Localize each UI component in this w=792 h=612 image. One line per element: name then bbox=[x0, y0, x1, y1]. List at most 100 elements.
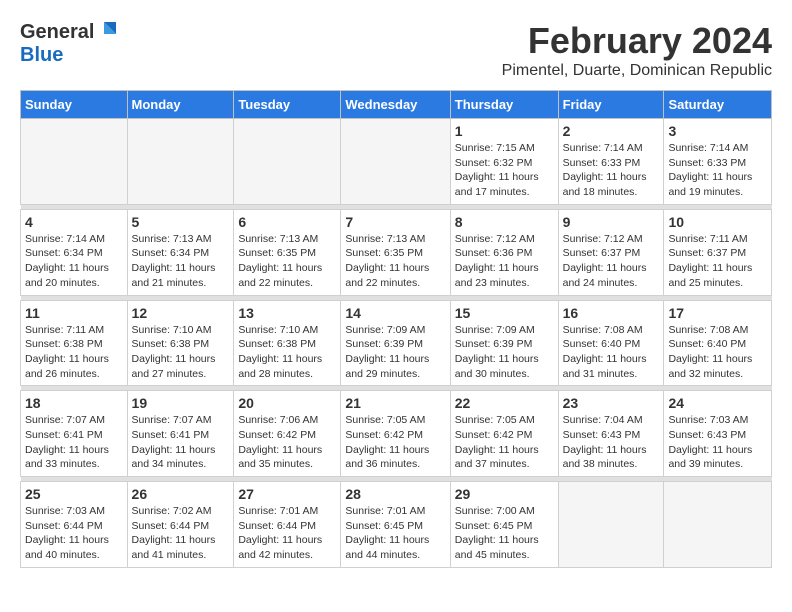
day-number: 14 bbox=[345, 305, 445, 321]
weekday-monday: Monday bbox=[127, 91, 234, 119]
calendar-cell: 10 Sunrise: 7:11 AMSunset: 6:37 PMDayligh… bbox=[664, 209, 772, 295]
day-info: Sunrise: 7:12 AMSunset: 6:36 PMDaylight:… bbox=[455, 232, 554, 291]
calendar-cell: 29 Sunrise: 7:00 AMSunset: 6:45 PMDayligh… bbox=[450, 482, 558, 568]
logo-blue-text: Blue bbox=[20, 44, 63, 67]
calendar-cell: 6 Sunrise: 7:13 AMSunset: 6:35 PMDaylight… bbox=[234, 209, 341, 295]
day-info: Sunrise: 7:03 AMSunset: 6:44 PMDaylight:… bbox=[25, 504, 123, 563]
calendar-cell: 13 Sunrise: 7:10 AMSunset: 6:38 PMDayligh… bbox=[234, 300, 341, 386]
calendar-cell: 14Sunrise: 7:09 AMSunset: 6:39 PMDayligh… bbox=[341, 300, 450, 386]
day-number: 28 bbox=[345, 486, 445, 502]
month-year: February 2024 bbox=[502, 20, 772, 62]
calendar-week-2: 4 Sunrise: 7:14 AMSunset: 6:34 PMDaylight… bbox=[21, 209, 772, 295]
calendar-cell bbox=[127, 119, 234, 205]
weekday-saturday: Saturday bbox=[664, 91, 772, 119]
calendar-cell: 20 Sunrise: 7:06 AMSunset: 6:42 PMDayligh… bbox=[234, 391, 341, 477]
day-number: 21 bbox=[345, 395, 445, 411]
day-number: 13 bbox=[238, 305, 336, 321]
day-number: 20 bbox=[238, 395, 336, 411]
day-info: Sunrise: 7:11 AMSunset: 6:38 PMDaylight:… bbox=[25, 323, 123, 382]
day-info: Sunrise: 7:13 AMSunset: 6:34 PMDaylight:… bbox=[132, 232, 230, 291]
day-number: 27 bbox=[238, 486, 336, 502]
day-number: 25 bbox=[25, 486, 123, 502]
day-number: 15 bbox=[455, 305, 554, 321]
calendar-cell: 12Sunrise: 7:10 AMSunset: 6:38 PMDayligh… bbox=[127, 300, 234, 386]
day-info: Sunrise: 7:10 AMSunset: 6:38 PMDaylight:… bbox=[238, 323, 336, 382]
day-info: Sunrise: 7:14 AMSunset: 6:33 PMDaylight:… bbox=[668, 141, 767, 200]
calendar-cell: 25 Sunrise: 7:03 AMSunset: 6:44 PMDayligh… bbox=[21, 482, 128, 568]
calendar-cell: 16 Sunrise: 7:08 AMSunset: 6:40 PMDayligh… bbox=[558, 300, 664, 386]
day-info: Sunrise: 7:01 AMSunset: 6:45 PMDaylight:… bbox=[345, 504, 445, 563]
day-info: Sunrise: 7:08 AMSunset: 6:40 PMDaylight:… bbox=[668, 323, 767, 382]
day-info: Sunrise: 7:04 AMSunset: 6:43 PMDaylight:… bbox=[563, 413, 660, 472]
day-info: Sunrise: 7:01 AMSunset: 6:44 PMDaylight:… bbox=[238, 504, 336, 563]
calendar-cell: 1Sunrise: 7:15 AMSunset: 6:32 PMDaylight… bbox=[450, 119, 558, 205]
day-info: Sunrise: 7:13 AMSunset: 6:35 PMDaylight:… bbox=[345, 232, 445, 291]
logo: General Blue bbox=[20, 20, 118, 67]
day-info: Sunrise: 7:15 AMSunset: 6:32 PMDaylight:… bbox=[455, 141, 554, 200]
calendar-cell: 28 Sunrise: 7:01 AMSunset: 6:45 PMDayligh… bbox=[341, 482, 450, 568]
calendar-week-1: 1Sunrise: 7:15 AMSunset: 6:32 PMDaylight… bbox=[21, 119, 772, 205]
header: General Blue February 2024 Pimentel, Dua… bbox=[20, 20, 772, 80]
day-number: 3 bbox=[668, 123, 767, 139]
calendar-cell: 7 Sunrise: 7:13 AMSunset: 6:35 PMDaylight… bbox=[341, 209, 450, 295]
day-number: 5 bbox=[132, 214, 230, 230]
day-number: 6 bbox=[238, 214, 336, 230]
day-number: 8 bbox=[455, 214, 554, 230]
calendar-cell: 24Sunrise: 7:03 AMSunset: 6:43 PMDayligh… bbox=[664, 391, 772, 477]
logo-general-text: General bbox=[20, 21, 94, 44]
calendar-cell: 2Sunrise: 7:14 AMSunset: 6:33 PMDaylight… bbox=[558, 119, 664, 205]
day-number: 4 bbox=[25, 214, 123, 230]
weekday-friday: Friday bbox=[558, 91, 664, 119]
day-info: Sunrise: 7:05 AMSunset: 6:42 PMDaylight:… bbox=[345, 413, 445, 472]
calendar-body: 1Sunrise: 7:15 AMSunset: 6:32 PMDaylight… bbox=[21, 119, 772, 568]
logo-icon bbox=[96, 20, 118, 42]
day-number: 7 bbox=[345, 214, 445, 230]
day-info: Sunrise: 7:11 AMSunset: 6:37 PMDaylight:… bbox=[668, 232, 767, 291]
weekday-thursday: Thursday bbox=[450, 91, 558, 119]
day-number: 19 bbox=[132, 395, 230, 411]
calendar-cell: 22Sunrise: 7:05 AMSunset: 6:42 PMDayligh… bbox=[450, 391, 558, 477]
day-number: 16 bbox=[563, 305, 660, 321]
day-info: Sunrise: 7:05 AMSunset: 6:42 PMDaylight:… bbox=[455, 413, 554, 472]
calendar-cell: 3 Sunrise: 7:14 AMSunset: 6:33 PMDaylight… bbox=[664, 119, 772, 205]
day-number: 23 bbox=[563, 395, 660, 411]
calendar-cell: 19 Sunrise: 7:07 AMSunset: 6:41 PMDayligh… bbox=[127, 391, 234, 477]
day-info: Sunrise: 7:08 AMSunset: 6:40 PMDaylight:… bbox=[563, 323, 660, 382]
day-number: 12 bbox=[132, 305, 230, 321]
calendar-cell: 5 Sunrise: 7:13 AMSunset: 6:34 PMDaylight… bbox=[127, 209, 234, 295]
day-number: 26 bbox=[132, 486, 230, 502]
weekday-sunday: Sunday bbox=[21, 91, 128, 119]
calendar-cell: 23 Sunrise: 7:04 AMSunset: 6:43 PMDayligh… bbox=[558, 391, 664, 477]
weekday-wednesday: Wednesday bbox=[341, 91, 450, 119]
day-info: Sunrise: 7:09 AMSunset: 6:39 PMDaylight:… bbox=[455, 323, 554, 382]
day-info: Sunrise: 7:13 AMSunset: 6:35 PMDaylight:… bbox=[238, 232, 336, 291]
day-info: Sunrise: 7:03 AMSunset: 6:43 PMDaylight:… bbox=[668, 413, 767, 472]
day-number: 9 bbox=[563, 214, 660, 230]
calendar-cell: 21 Sunrise: 7:05 AMSunset: 6:42 PMDayligh… bbox=[341, 391, 450, 477]
title-area: February 2024 Pimentel, Duarte, Dominica… bbox=[502, 20, 772, 80]
calendar-cell: 27 Sunrise: 7:01 AMSunset: 6:44 PMDayligh… bbox=[234, 482, 341, 568]
day-number: 10 bbox=[668, 214, 767, 230]
day-info: Sunrise: 7:07 AMSunset: 6:41 PMDaylight:… bbox=[132, 413, 230, 472]
weekday-tuesday: Tuesday bbox=[234, 91, 341, 119]
day-info: Sunrise: 7:14 AMSunset: 6:34 PMDaylight:… bbox=[25, 232, 123, 291]
calendar-cell: 11 Sunrise: 7:11 AMSunset: 6:38 PMDayligh… bbox=[21, 300, 128, 386]
calendar-cell: 26Sunrise: 7:02 AMSunset: 6:44 PMDayligh… bbox=[127, 482, 234, 568]
calendar-cell bbox=[341, 119, 450, 205]
calendar-cell: 17 Sunrise: 7:08 AMSunset: 6:40 PMDayligh… bbox=[664, 300, 772, 386]
day-number: 29 bbox=[455, 486, 554, 502]
calendar: SundayMondayTuesdayWednesdayThursdayFrid… bbox=[20, 90, 772, 568]
calendar-cell: 8 Sunrise: 7:12 AMSunset: 6:36 PMDaylight… bbox=[450, 209, 558, 295]
day-info: Sunrise: 7:06 AMSunset: 6:42 PMDaylight:… bbox=[238, 413, 336, 472]
weekday-header: SundayMondayTuesdayWednesdayThursdayFrid… bbox=[21, 91, 772, 119]
calendar-cell bbox=[664, 482, 772, 568]
day-number: 18 bbox=[25, 395, 123, 411]
day-number: 11 bbox=[25, 305, 123, 321]
calendar-cell: 15 Sunrise: 7:09 AMSunset: 6:39 PMDayligh… bbox=[450, 300, 558, 386]
calendar-week-3: 11 Sunrise: 7:11 AMSunset: 6:38 PMDayligh… bbox=[21, 300, 772, 386]
calendar-cell bbox=[21, 119, 128, 205]
calendar-week-5: 25 Sunrise: 7:03 AMSunset: 6:44 PMDayligh… bbox=[21, 482, 772, 568]
day-number: 17 bbox=[668, 305, 767, 321]
day-number: 2 bbox=[563, 123, 660, 139]
day-info: Sunrise: 7:00 AMSunset: 6:45 PMDaylight:… bbox=[455, 504, 554, 563]
